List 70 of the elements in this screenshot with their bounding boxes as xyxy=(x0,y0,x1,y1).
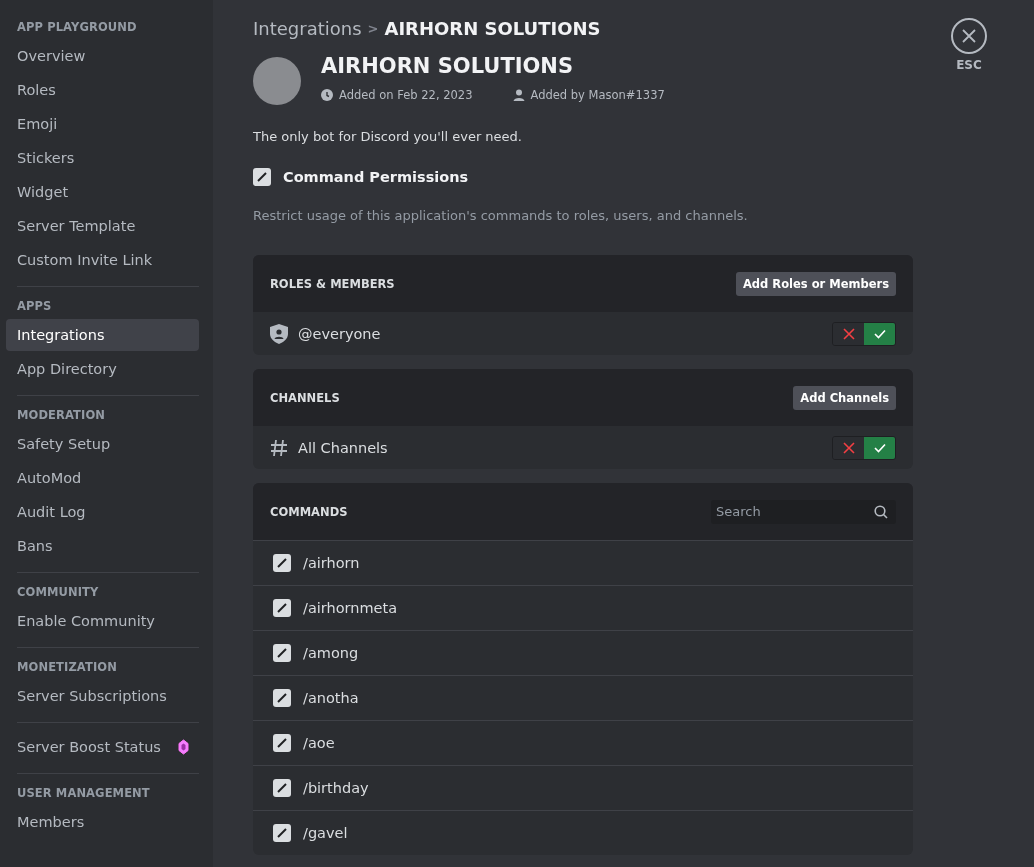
shield-icon xyxy=(270,323,288,344)
add-button[interactable]: Add Roles or Members xyxy=(735,271,896,296)
command-name: /airhorn xyxy=(303,555,360,571)
section-heading: COMMUNITY xyxy=(17,584,99,601)
sidebar-item[interactable]: Members xyxy=(6,806,199,838)
sidebar-item[interactable]: Stickers xyxy=(6,142,199,174)
esc-label: ESC xyxy=(956,58,982,72)
section-heading: MODERATION xyxy=(17,407,105,424)
app-avatar xyxy=(253,57,301,105)
command-name: /airhornmeta xyxy=(303,600,398,616)
sidebar-item[interactable]: AutoMod xyxy=(6,462,199,494)
sidebar-item[interactable]: Bans xyxy=(6,530,199,562)
checkmark-icon xyxy=(873,328,886,339)
checked-checkbox[interactable] xyxy=(273,599,291,617)
sidebar-item[interactable]: Custom Invite Link xyxy=(6,244,199,276)
sidebar-item[interactable]: Widget xyxy=(6,176,199,208)
search-field[interactable]: Search xyxy=(711,499,896,524)
person-icon xyxy=(512,89,525,101)
sidebar-item[interactable]: Integrations xyxy=(6,319,199,351)
checked-checkbox[interactable] xyxy=(273,779,291,797)
checked-checkbox[interactable] xyxy=(273,734,291,752)
search-icon xyxy=(874,504,888,519)
sidebar-item[interactable]: Safety Setup xyxy=(6,428,199,460)
clock-icon xyxy=(321,89,333,101)
close-icon xyxy=(842,327,855,340)
panel-title: ROLES & MEMBERS xyxy=(270,276,395,291)
app-description: The only bot for Discord you'll ever need. xyxy=(253,129,523,144)
breadcrumb-current: AIRHORN SOLUTIONS xyxy=(384,18,601,39)
close-icon xyxy=(962,29,976,43)
sidebar-item[interactable]: Overview xyxy=(6,40,199,72)
command-name: /among xyxy=(303,645,359,661)
sidebar-item[interactable]: Enable Community xyxy=(6,605,199,637)
sidebar-item[interactable]: Emoji xyxy=(6,108,199,140)
command-name: /birthday xyxy=(303,780,369,796)
section-heading: APPS xyxy=(17,298,52,315)
panel-title: CHANNELS xyxy=(270,390,340,405)
command-name: /gavel xyxy=(303,825,348,841)
checked-checkbox[interactable] xyxy=(273,554,291,572)
breadcrumb-separator: > xyxy=(367,21,379,36)
section-heading: USER MANAGEMENT xyxy=(17,785,150,802)
added-date: Added on Feb 22, 2023 xyxy=(339,88,473,102)
section-title: Command Permissions xyxy=(283,169,469,185)
allow-button[interactable] xyxy=(864,322,895,345)
permission-target: All Channels xyxy=(298,439,388,456)
close-button[interactable] xyxy=(951,18,987,54)
app-name: AIRHORN SOLUTIONS xyxy=(321,54,575,78)
command-name: /anotha xyxy=(303,690,359,706)
checked-checkbox[interactable] xyxy=(273,644,291,662)
sidebar-item[interactable]: Server Boost Status xyxy=(6,731,199,763)
sidebar-item[interactable]: Audit Log xyxy=(6,496,199,528)
allow-button[interactable] xyxy=(864,436,895,459)
sidebar-item[interactable]: Server Subscriptions xyxy=(6,680,199,712)
added-by: Added by Mason#1337 xyxy=(530,88,665,102)
section-description: Restrict usage of this application's commands to roles, users, and channels. xyxy=(253,208,749,223)
checked-checkbox[interactable] xyxy=(253,168,271,186)
checked-checkbox[interactable] xyxy=(273,824,291,842)
sidebar-item[interactable]: App Directory xyxy=(6,353,199,385)
close-icon xyxy=(842,441,855,454)
permission-target: @everyone xyxy=(298,325,381,342)
section-heading: MONETIZATION xyxy=(17,659,117,676)
hashtag-icon xyxy=(270,438,288,457)
checkmark-icon xyxy=(873,442,886,453)
command-name: /aoe xyxy=(303,735,335,751)
section-heading: APP PLAYGROUND xyxy=(17,19,137,36)
sidebar-item[interactable]: Roles xyxy=(6,74,199,106)
sidebar-item[interactable]: Server Template xyxy=(6,210,199,242)
breadcrumb-link[interactable]: Integrations xyxy=(253,18,362,39)
checked-checkbox[interactable] xyxy=(273,689,291,707)
add-button[interactable]: Add Channels xyxy=(793,385,896,410)
panel-title: COMMANDS xyxy=(270,504,348,519)
